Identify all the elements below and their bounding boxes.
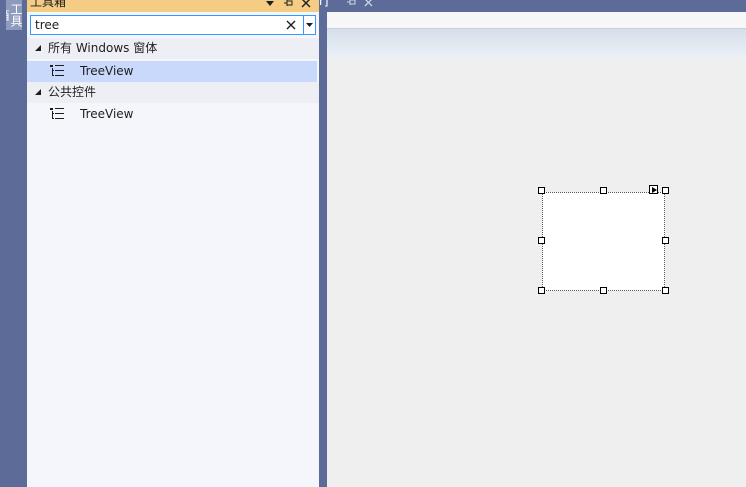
clear-search-icon[interactable]: [286, 16, 296, 34]
treeview-icon: [50, 65, 64, 76]
selected-form-control[interactable]: [542, 192, 665, 291]
toolbox-item-treeview[interactable]: TreeView: [27, 61, 317, 82]
resize-handle-right[interactable]: [662, 237, 669, 244]
close-icon[interactable]: [301, 0, 311, 10]
document-tab-strip: r]: [319, 0, 746, 12]
group-label: 公共控件: [48, 85, 97, 99]
expanded-triangle-icon[interactable]: [34, 88, 42, 96]
toolbox-search-input[interactable]: tree: [30, 15, 316, 35]
chevron-down-icon: [306, 23, 313, 27]
item-label: TreeView: [80, 64, 134, 78]
toolbox-header: 工具箱: [27, 0, 319, 12]
resize-handle-left[interactable]: [538, 237, 545, 244]
resize-handle-bottom-left[interactable]: [538, 287, 545, 294]
pin-icon[interactable]: [283, 0, 293, 10]
search-dropdown-button[interactable]: [303, 16, 315, 34]
left-tool-strip: 工具箱: [0, 0, 27, 487]
toolbox-item-treeview[interactable]: TreeView: [27, 104, 317, 125]
toolbox-empty-area: [27, 125, 319, 487]
treeview-icon: [50, 108, 64, 119]
toolbox-side-tab[interactable]: 工具箱: [6, 0, 22, 30]
toolbox-group-all-windows-forms[interactable]: 所有 Windows 窗体: [27, 38, 319, 59]
group-label: 所有 Windows 窗体: [48, 41, 158, 55]
item-label: TreeView: [80, 107, 134, 121]
close-icon[interactable]: [364, 0, 373, 9]
toolbox-title: 工具箱: [30, 0, 67, 9]
designer-header-band: [327, 29, 746, 60]
document-tab-title[interactable]: r]: [319, 0, 329, 8]
search-input-value: tree: [35, 18, 60, 32]
smart-tag-button[interactable]: [649, 185, 658, 194]
resize-handle-top-left[interactable]: [538, 187, 545, 194]
toolbox-group-common-controls[interactable]: 公共控件: [27, 82, 319, 103]
toolbox-panel: 工具箱 tree 所有 Windows 窗体 TreeView 公共控件 Tre…: [27, 0, 319, 487]
resize-handle-bottom[interactable]: [600, 287, 607, 294]
resize-handle-bottom-right[interactable]: [662, 287, 669, 294]
smart-tag-arrow-icon: [652, 187, 657, 193]
pin-icon[interactable]: [346, 0, 356, 8]
panel-splitter[interactable]: [319, 0, 327, 487]
resize-handle-top[interactable]: [600, 187, 607, 194]
chevron-down-icon[interactable]: [266, 0, 274, 10]
resize-handle-top-right[interactable]: [662, 187, 669, 194]
designer-top-bar: [327, 12, 746, 29]
form-designer-surface[interactable]: [327, 0, 746, 487]
expanded-triangle-icon[interactable]: [34, 44, 42, 52]
